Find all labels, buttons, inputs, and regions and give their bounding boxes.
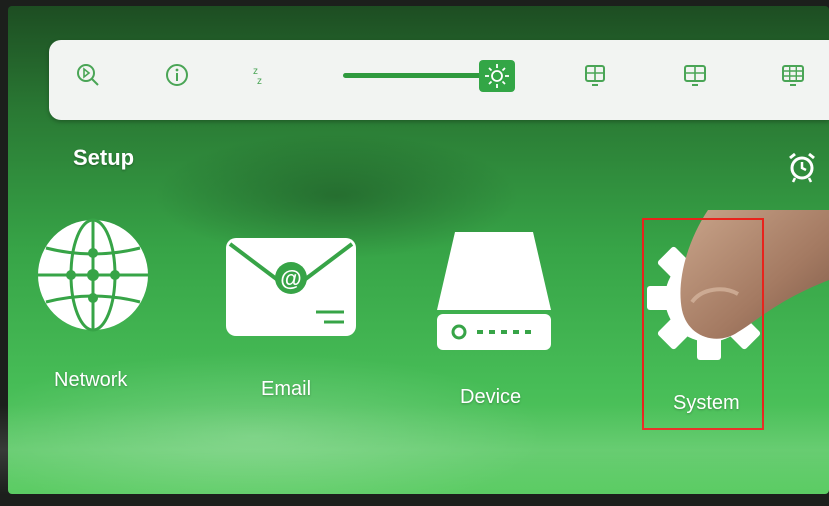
brightness-slider-track[interactable] bbox=[343, 73, 489, 78]
globe-network-icon bbox=[38, 218, 148, 332]
info-icon[interactable] bbox=[162, 60, 192, 90]
selection-highlight-box bbox=[642, 218, 764, 430]
setup-item-label: Network bbox=[54, 369, 128, 391]
layout-single-icon[interactable] bbox=[580, 60, 610, 90]
setup-item-label: Device bbox=[460, 386, 522, 408]
hard-drive-icon bbox=[437, 232, 551, 350]
svg-text:z: z bbox=[257, 76, 262, 87]
sleep-icon[interactable]: zz bbox=[245, 60, 275, 90]
envelope-at-icon: @ bbox=[226, 238, 356, 336]
setup-item-device[interactable] bbox=[437, 232, 551, 350]
brightness-icon[interactable] bbox=[479, 60, 515, 92]
setup-item-label: Email bbox=[261, 378, 312, 400]
search-play-icon[interactable] bbox=[73, 60, 103, 90]
setup-item-email[interactable]: @ bbox=[226, 238, 356, 336]
alarm-clock-icon[interactable] bbox=[786, 150, 818, 184]
svg-text:@: @ bbox=[280, 266, 301, 291]
page-title: Setup bbox=[73, 145, 135, 170]
layout-quad-icon[interactable] bbox=[680, 60, 710, 90]
top-toolbar: zz bbox=[49, 40, 829, 120]
setup-item-network[interactable] bbox=[36, 218, 150, 332]
layout-grid-icon[interactable] bbox=[778, 60, 808, 90]
